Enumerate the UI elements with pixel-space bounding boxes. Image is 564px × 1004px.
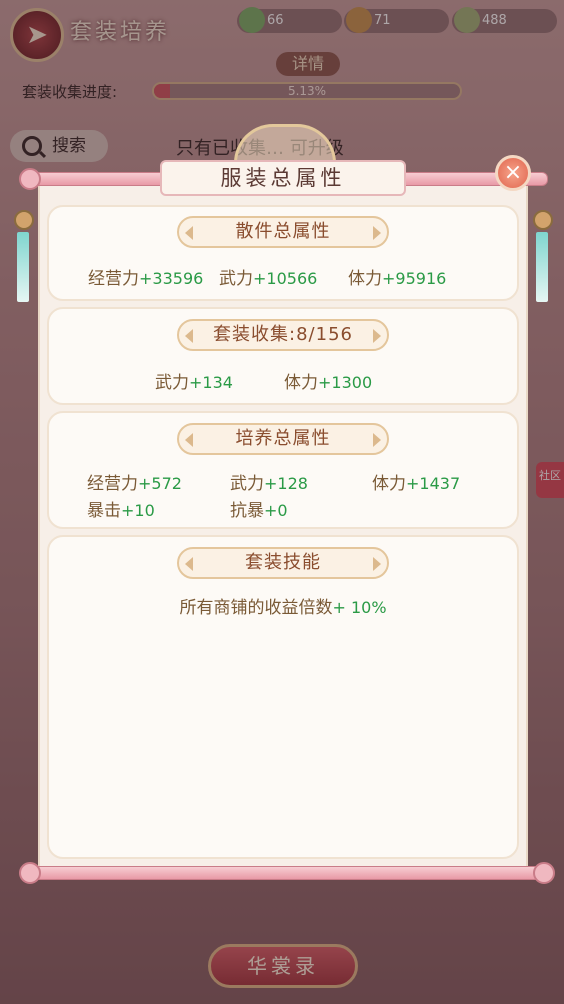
stat-item: 抗暴+0 [230,501,288,521]
stat-item: 经营力+572 [87,474,182,494]
section-title: 套装收集:8/156 [177,319,389,351]
skill-description: 所有商铺的收益倍数+ 10% [179,598,387,618]
stat-item: 武力+10566 [219,269,318,289]
rod-cap [19,168,41,190]
right-tassel [536,232,548,302]
stat-item: 体力+95916 [348,269,447,289]
dialog-title: 服装总属性 [160,160,406,196]
stat-item: 经营力+33596 [88,269,204,289]
arrow-right-icon [373,433,381,447]
stat-item: 武力+128 [230,474,308,494]
arrow-left-icon [185,433,193,447]
close-button[interactable]: × [495,155,531,191]
section-card-pieces: 散件总属性 经营力+33596 武力+10566 体力+95916 [47,205,519,301]
stat-item: 体力+1437 [372,474,461,494]
rod-cap [19,862,41,884]
section-title: 散件总属性 [177,216,389,248]
left-tassel [17,232,29,302]
section-card-set-collection: 套装收集:8/156 武力+134 体力+1300 [47,307,519,405]
stat-item: 暴击+10 [87,501,155,521]
right-tassel-knob [533,210,553,230]
section-title: 培养总属性 [177,423,389,455]
rod-cap [533,862,555,884]
section-title: 套装技能 [177,547,389,579]
arrow-right-icon [373,329,381,343]
stat-item: 体力+1300 [284,373,373,393]
arrow-left-icon [185,557,193,571]
arrow-right-icon [373,557,381,571]
bottom-scroll-rod [19,862,555,884]
arrow-right-icon [373,226,381,240]
arrow-left-icon [185,226,193,240]
section-card-training: 培养总属性 经营力+572 武力+128 体力+1437 暴击+10 抗暴+0 [47,411,519,529]
close-icon: × [503,160,523,185]
section-card-skill: 套装技能 所有商铺的收益倍数+ 10% [47,535,519,859]
arrow-left-icon [185,329,193,343]
left-tassel-knob [14,210,34,230]
stat-item: 武力+134 [155,373,233,393]
